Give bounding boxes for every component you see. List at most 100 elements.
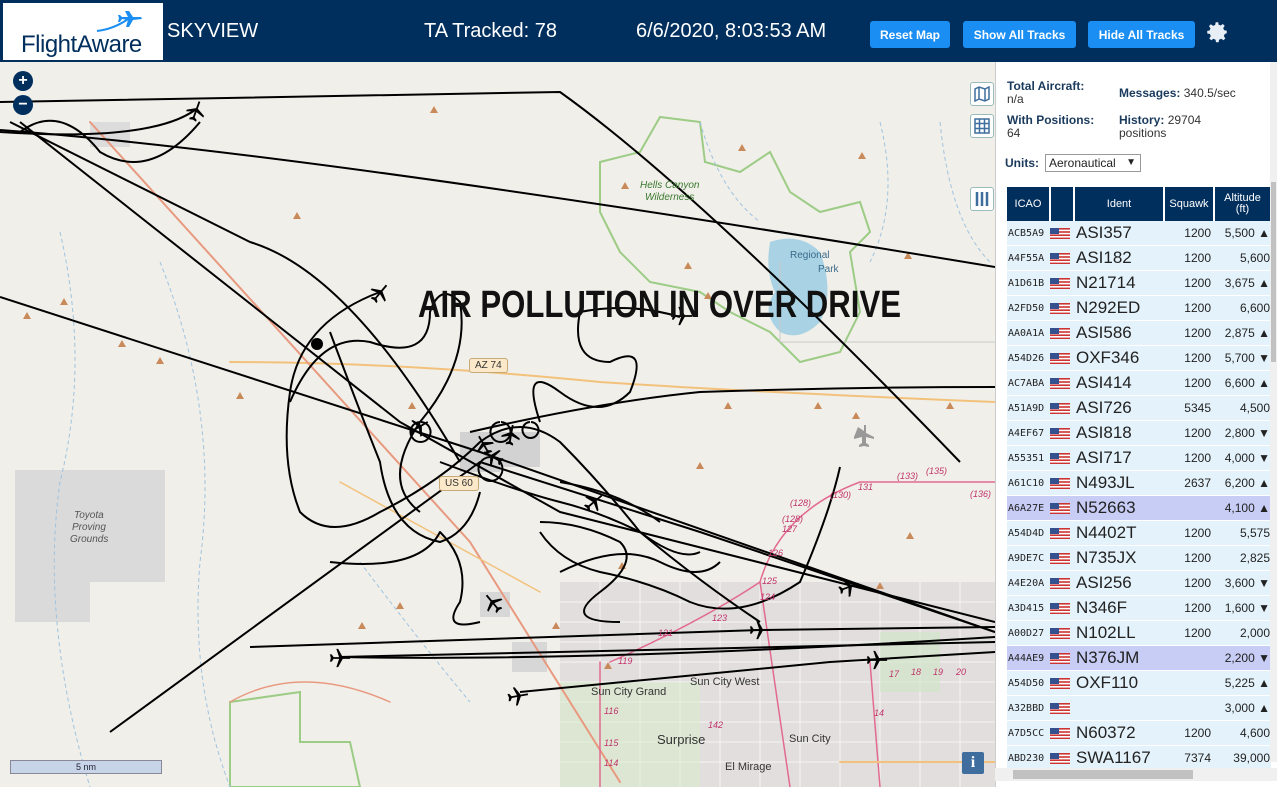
column-toggle-button[interactable] xyxy=(970,187,994,211)
map-label-el-mirage: El Mirage xyxy=(725,761,772,773)
aircraft-table-body: ACB5A9 ASI357 1200 5,500 ▲ A4F55A ASI182 1200 5… xyxy=(1007,221,1271,771)
column-header-flag[interactable] xyxy=(1050,187,1075,221)
aircraft-icon[interactable] xyxy=(329,647,351,669)
column-header-altitude[interactable]: Altitude (ft) xyxy=(1214,187,1272,221)
table-row[interactable]: A44AE9 N376JM 2,200 ▼ xyxy=(1007,645,1271,671)
table-row[interactable]: A4E20A ASI256 1200 3,600 ▼ xyxy=(1007,570,1271,596)
cell-squawk: 1200 xyxy=(1164,570,1214,596)
scrollbar-thumb[interactable] xyxy=(1271,182,1276,362)
cell-icao: A54D50 xyxy=(1007,670,1050,696)
table-header-row: ICAO Ident Squawk Altitude (ft) xyxy=(1007,187,1272,221)
table-row[interactable]: A55351 ASI717 1200 4,000 ▼ xyxy=(1007,445,1271,471)
units-select[interactable]: Aeronautical ▼ xyxy=(1045,154,1141,172)
cell-altitude: 4,100 ▲ xyxy=(1214,495,1271,521)
panel-vertical-scrollbar[interactable] xyxy=(1270,62,1277,762)
cell-ident: N60372 xyxy=(1074,720,1164,746)
column-header-icao[interactable]: ICAO xyxy=(1007,187,1051,221)
table-row[interactable]: A32BBD 3,000 ▲ xyxy=(1007,695,1271,721)
aircraft-icon[interactable] xyxy=(500,424,522,446)
cell-altitude: 6,600 xyxy=(1214,295,1271,321)
table-row[interactable]: A00D27 N102LL 1200 2,000 xyxy=(1007,620,1271,646)
cell-flag xyxy=(1050,420,1074,446)
aircraft-icon[interactable] xyxy=(482,446,504,468)
messages-value: 340.5/sec xyxy=(1183,86,1236,100)
table-row[interactable]: A3D415 N346F 1200 1,600 ▼ xyxy=(1007,595,1271,621)
reset-map-button[interactable]: Reset Map xyxy=(870,21,950,48)
table-row[interactable]: A2FD50 N292ED 1200 6,600 xyxy=(1007,295,1271,321)
grid-toggle-button[interactable] xyxy=(970,114,994,138)
zoom-out-button[interactable]: − xyxy=(13,95,33,115)
cell-icao: A4EF67 xyxy=(1007,420,1050,446)
aircraft-icon[interactable] xyxy=(749,619,771,641)
aircraft-icon[interactable] xyxy=(507,685,529,707)
route-number: 20 xyxy=(956,667,967,677)
cell-ident: ASI256 xyxy=(1074,570,1164,596)
table-row[interactable]: A4F55A ASI182 1200 5,600 xyxy=(1007,245,1271,271)
table-row[interactable]: A54D26 OXF346 1200 5,700 ▼ xyxy=(1007,345,1271,371)
cell-altitude: 6,600 ▲ xyxy=(1214,370,1271,396)
zoom-in-button[interactable]: + xyxy=(13,71,33,91)
us-flag-icon xyxy=(1050,303,1070,315)
table-row[interactable]: A6A27E N52663 4,100 ▲ xyxy=(1007,495,1271,521)
scrollbar-thumb[interactable] xyxy=(1013,770,1193,779)
route-number: 116 xyxy=(604,706,619,716)
table-row[interactable]: A51A9D ASI726 5345 4,500 xyxy=(1007,395,1271,421)
map-label-sun-city-west: Sun City West xyxy=(690,676,760,688)
column-header-squawk[interactable]: Squawk xyxy=(1164,187,1215,221)
cell-ident: ASI414 xyxy=(1074,370,1164,396)
cell-squawk: 1200 xyxy=(1164,445,1214,471)
cell-squawk xyxy=(1164,695,1214,721)
us-flag-icon xyxy=(1050,653,1070,665)
messages-stat: Messages: 340.5/sec xyxy=(1119,87,1236,100)
table-row[interactable]: A54D50 OXF110 5,225 ▲ xyxy=(1007,670,1271,696)
aircraft-icon[interactable] xyxy=(185,100,207,122)
map-label-sun-city-grand: Sun City Grand xyxy=(591,686,667,698)
table-row[interactable]: A61C10 N493JL 2637 6,200 ▲ xyxy=(1007,470,1271,496)
hide-all-tracks-button[interactable]: Hide All Tracks xyxy=(1088,21,1195,48)
map-label-surprise: Surprise xyxy=(657,732,706,747)
flightaware-logo[interactable]: FlightAware xyxy=(3,3,163,60)
cell-flag xyxy=(1050,470,1074,496)
route-number: 114 xyxy=(604,758,619,768)
us-flag-icon xyxy=(1050,678,1070,690)
us-flag-icon xyxy=(1050,553,1070,565)
aircraft-icon[interactable] xyxy=(408,416,430,438)
info-button[interactable]: i xyxy=(962,752,984,774)
cell-squawk: 1200 xyxy=(1164,295,1214,321)
us-flag-icon xyxy=(1050,578,1070,590)
cell-icao: A32BBD xyxy=(1007,695,1050,721)
us-flag-icon xyxy=(1050,228,1070,240)
aircraft-icon[interactable] xyxy=(482,592,504,614)
table-row[interactable]: AA0A1A ASI586 1200 2,875 ▲ xyxy=(1007,320,1271,346)
cell-ident: N346F xyxy=(1074,595,1164,621)
aircraft-icon[interactable] xyxy=(866,649,888,671)
route-number: (128) xyxy=(790,498,812,508)
table-row[interactable]: ABD230 SWA1167 7374 39,000 xyxy=(1007,745,1271,771)
cell-ident: SWA1167 xyxy=(1074,745,1164,771)
cell-flag xyxy=(1050,745,1074,771)
aircraft-icon[interactable] xyxy=(838,576,860,598)
route-number: 126 xyxy=(768,548,784,558)
table-row[interactable]: A4EF67 ASI818 1200 2,800 ▼ xyxy=(1007,420,1271,446)
map-view[interactable]: Hells Canyon Wilderness Regional Park To… xyxy=(0,62,995,787)
cell-squawk: 1200 xyxy=(1164,520,1214,546)
cell-squawk xyxy=(1164,645,1214,671)
cell-squawk: 1200 xyxy=(1164,270,1214,296)
aircraft-gray-icon[interactable] xyxy=(854,425,874,447)
aircraft-icon[interactable] xyxy=(369,282,391,304)
table-row[interactable]: ACB5A9 ASI357 1200 5,500 ▲ xyxy=(1007,221,1271,246)
panel-horizontal-scrollbar[interactable] xyxy=(995,768,1277,781)
map-scale-bar: 5 nm xyxy=(10,760,162,774)
table-row[interactable]: A1D61B N21714 1200 3,675 ▲ xyxy=(1007,270,1271,296)
table-row[interactable]: AC7ABA ASI414 1200 6,600 ▲ xyxy=(1007,370,1271,396)
show-all-tracks-button[interactable]: Show All Tracks xyxy=(963,21,1076,48)
aircraft-icon[interactable] xyxy=(583,491,605,513)
column-header-ident[interactable]: Ident xyxy=(1074,187,1165,221)
table-row[interactable]: A7D5CC N60372 1200 4,600 xyxy=(1007,720,1271,746)
cell-altitude: 3,675 ▲ xyxy=(1214,270,1271,296)
table-row[interactable]: A9DE7C N735JX 1200 2,825 xyxy=(1007,545,1271,571)
map-layer-button[interactable] xyxy=(970,82,994,106)
gear-icon[interactable] xyxy=(1204,19,1230,45)
route-number: (128) xyxy=(782,514,804,524)
table-row[interactable]: A54D4D N4402T 1200 5,575 xyxy=(1007,520,1271,546)
